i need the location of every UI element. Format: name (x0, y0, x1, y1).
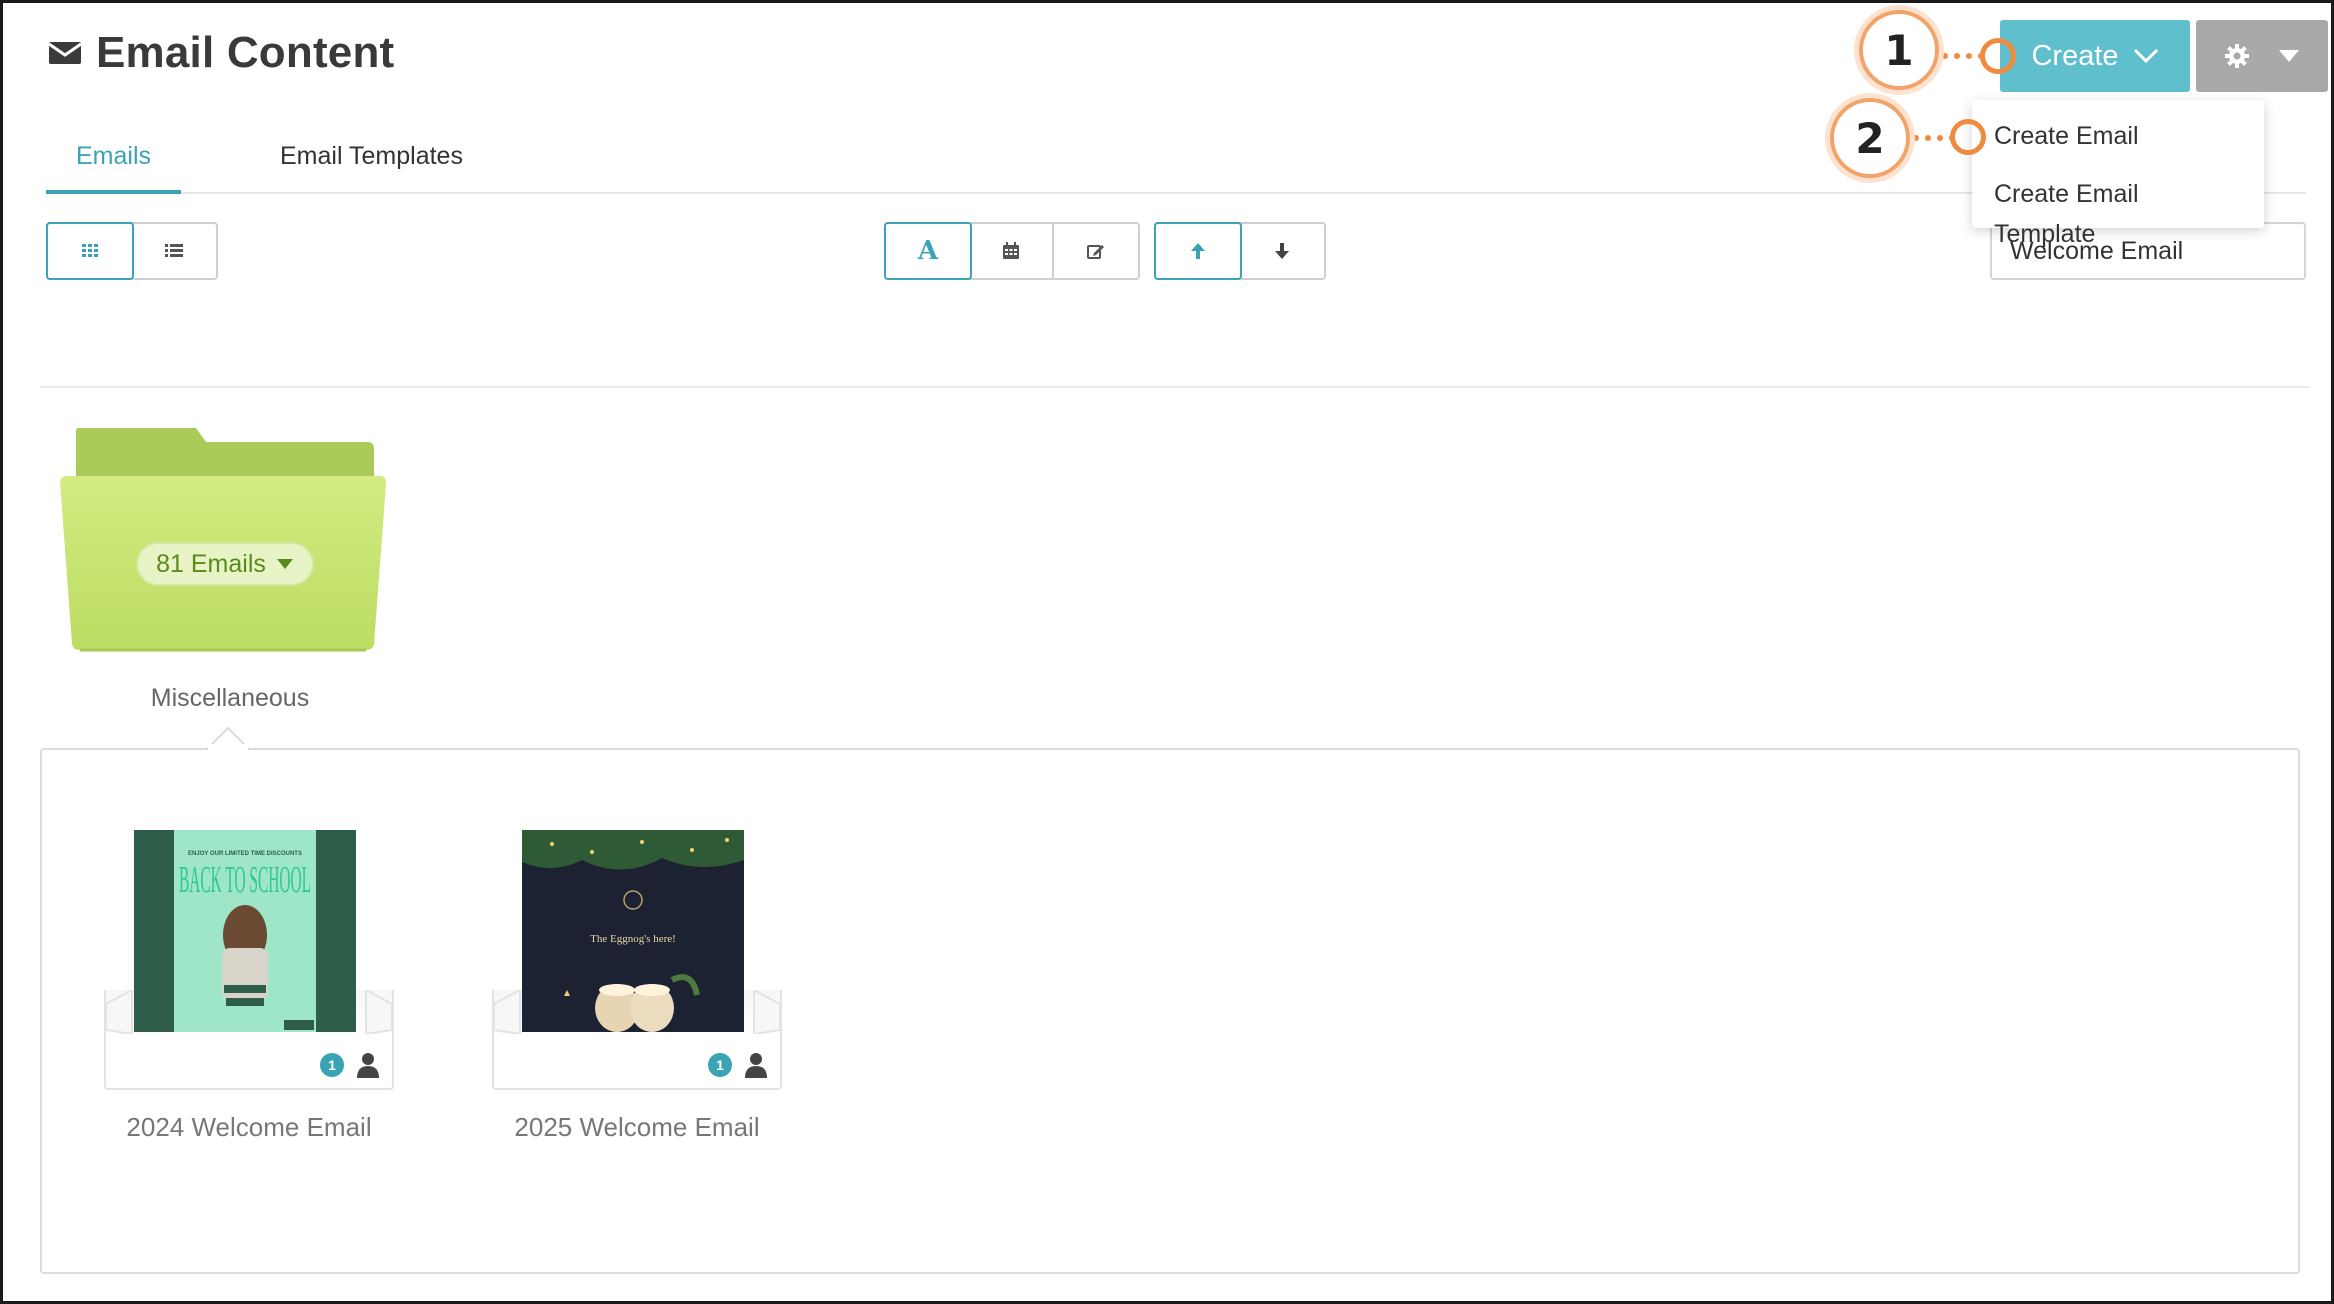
sort-date-button[interactable] (970, 224, 1054, 278)
user-icon (357, 1053, 379, 1078)
list-view-icon (165, 244, 183, 257)
chevron-down-icon (2133, 48, 2158, 64)
email-card[interactable]: ENJOY OUR LIMITED TIME DISCOUNTS BACK TO… (104, 830, 394, 1143)
sort-alpha-button[interactable]: A (884, 222, 972, 280)
grid-view-icon (82, 244, 98, 257)
grid-view-button[interactable] (46, 222, 134, 280)
email-card[interactable]: The Eggnog's here! 1 2025 Welcome Email (492, 830, 782, 1143)
view-toggle-group (46, 222, 218, 280)
thumb-header: ENJOY OUR LIMITED TIME DISCOUNTS (188, 851, 302, 857)
page-title: Email Content (48, 28, 394, 78)
sort-direction-group (1154, 222, 1326, 280)
callout-connector (1913, 135, 1955, 141)
email-envelope[interactable]: The Eggnog's here! 1 (492, 830, 782, 1090)
folder-count-label: 81 Emails (156, 549, 266, 578)
email-envelope[interactable]: ENJOY OUR LIMITED TIME DISCOUNTS BACK TO… (104, 830, 394, 1090)
folder-icon[interactable] (58, 424, 388, 656)
folder-name: Miscellaneous (150, 684, 310, 712)
thumb-text: The Eggnog's here! (590, 933, 676, 945)
arrow-down-icon (1275, 243, 1289, 259)
thumb-big: BACK TO SCHOOL (179, 859, 311, 901)
card-status-icons: 1 (708, 1052, 768, 1078)
divider (40, 386, 2310, 388)
menu-item-create-email[interactable]: Create Email (1972, 114, 2264, 172)
email-title[interactable]: 2024 Welcome Email (104, 1112, 394, 1143)
create-button[interactable]: Create (2000, 20, 2190, 92)
panel-pointer-mask (208, 744, 248, 752)
sort-ascending-button[interactable] (1154, 222, 1242, 280)
settings-button[interactable] (2196, 20, 2328, 92)
folder-count-badge[interactable]: 81 Emails (136, 542, 314, 586)
gear-icon (2225, 44, 2249, 68)
edit-icon (1087, 245, 1104, 259)
card-status-icons: 1 (320, 1052, 380, 1078)
alpha-sort-icon: A (917, 236, 939, 266)
envelope-front (105, 990, 393, 1034)
list-view-button[interactable] (132, 224, 216, 278)
callout-connector (1942, 53, 1984, 59)
envelope-front (493, 990, 781, 1034)
sort-field-group: A (884, 222, 1140, 280)
caret-down-icon (2279, 50, 2299, 62)
callout-step-2: 2 (1830, 98, 1910, 178)
email-title[interactable]: 2025 Welcome Email (492, 1112, 782, 1143)
create-button-label: Create (2031, 39, 2119, 72)
create-dropdown-menu: Create Email Create Email Template (1972, 100, 2264, 248)
tab-email-templates[interactable]: Email Templates (250, 138, 493, 194)
sort-modified-button[interactable] (1054, 224, 1138, 278)
caret-down-icon (276, 559, 293, 569)
sort-descending-button[interactable] (1240, 224, 1324, 278)
arrow-up-icon (1191, 243, 1205, 259)
callout-marker (1980, 38, 2016, 74)
calendar-icon (1003, 242, 1019, 259)
email-count-badge: 1 (708, 1053, 732, 1077)
tab-emails[interactable]: Emails (46, 138, 182, 194)
menu-item-create-email-template[interactable]: Create Email Template (1972, 172, 2264, 248)
page-title-text: Email Content (96, 28, 395, 77)
user-icon (745, 1053, 767, 1078)
callout-step-1: 1 (1859, 10, 1939, 90)
envelope-icon (48, 42, 82, 64)
callout-marker (1950, 119, 1986, 155)
email-count-badge: 1 (320, 1053, 344, 1077)
